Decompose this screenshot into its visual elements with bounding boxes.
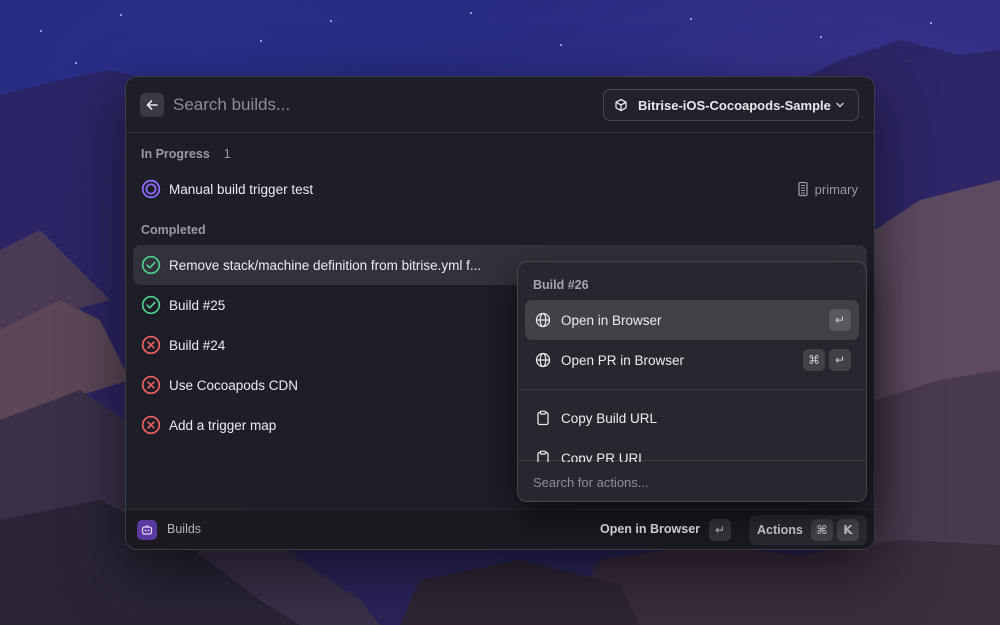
build-row[interactable]: Manual build trigger test primary — [133, 169, 867, 209]
action-shortcut: ⌘ ↵ — [803, 349, 851, 371]
in-progress-icon — [141, 179, 161, 199]
command-key: ⌘ — [803, 349, 825, 371]
action-bar: Builds Open in Browser ↵ Actions ⌘ K — [126, 509, 874, 549]
cube-icon — [615, 98, 627, 112]
action-open-pr-in-browser[interactable]: Open PR in Browser ⌘ ↵ — [525, 340, 859, 380]
build-title: Build #25 — [169, 297, 226, 313]
actions-popover: Build #26 Open in Browser ↵ Open PR in B… — [517, 261, 867, 502]
actions-search-input[interactable] — [533, 472, 833, 492]
actions-label: Actions — [757, 523, 803, 537]
check-circle-icon — [141, 295, 161, 315]
check-circle-icon — [141, 255, 161, 275]
build-title: Use Cocoapods CDN — [169, 377, 299, 393]
action-shortcut: ↵ — [829, 309, 851, 331]
clipboard-icon — [537, 410, 549, 426]
section-in-progress: In Progress 1 — [141, 147, 231, 161]
app-selector-label: Bitrise-iOS-Cocoapods-Sample — [638, 97, 831, 113]
x-circle-icon — [141, 415, 161, 435]
build-title: Build #24 — [169, 337, 226, 353]
x-circle-icon — [141, 335, 161, 355]
action-copy-build-url[interactable]: Copy Build URL — [525, 398, 859, 438]
build-branch: primary — [797, 181, 858, 197]
build-title: Manual build trigger test — [169, 181, 314, 197]
section-in-progress-title: In Progress — [141, 147, 210, 161]
actions-list: Open in Browser ↵ Open PR in Browser ⌘ ↵ — [518, 300, 866, 462]
x-circle-icon — [141, 375, 161, 395]
enter-key: ↵ — [829, 349, 851, 371]
build-title: Remove stack/machine definition from bit… — [169, 257, 482, 273]
section-in-progress-count: 1 — [223, 147, 231, 161]
enter-key: ↵ — [709, 519, 731, 541]
action-label: Open in Browser — [561, 312, 662, 328]
divider — [518, 389, 866, 390]
build-branch-label: primary — [814, 181, 858, 197]
primary-action-button[interactable]: Open in Browser — [600, 522, 700, 536]
enter-key: ↵ — [829, 309, 851, 331]
globe-icon — [535, 312, 551, 328]
popover-title: Build #26 — [533, 278, 589, 292]
app-name: Builds — [167, 522, 202, 536]
branch-icon — [798, 181, 808, 197]
chevron-down-icon — [836, 102, 844, 108]
bitrise-app-icon — [137, 520, 157, 540]
globe-icon — [535, 352, 551, 368]
search-header: Bitrise-iOS-Cocoapods-Sample — [126, 77, 874, 133]
section-completed-title: Completed — [141, 223, 206, 237]
search-input[interactable] — [173, 91, 473, 119]
actions-search — [518, 460, 866, 501]
action-label: Open PR in Browser — [561, 352, 685, 368]
section-completed: Completed — [141, 223, 206, 237]
back-button[interactable] — [140, 93, 164, 117]
action-open-in-browser[interactable]: Open in Browser ↵ — [525, 300, 859, 340]
k-key: K — [836, 519, 859, 541]
app-selector[interactable]: Bitrise-iOS-Cocoapods-Sample — [603, 89, 859, 121]
arrow-left-icon — [146, 100, 158, 110]
action-copy-pr-url[interactable]: Copy PR URL — [525, 438, 859, 462]
command-key: ⌘ — [810, 519, 833, 541]
actions-button[interactable]: Actions ⌘ K — [749, 515, 867, 545]
action-label: Copy Build URL — [561, 410, 658, 426]
build-title: Add a trigger map — [169, 417, 277, 433]
